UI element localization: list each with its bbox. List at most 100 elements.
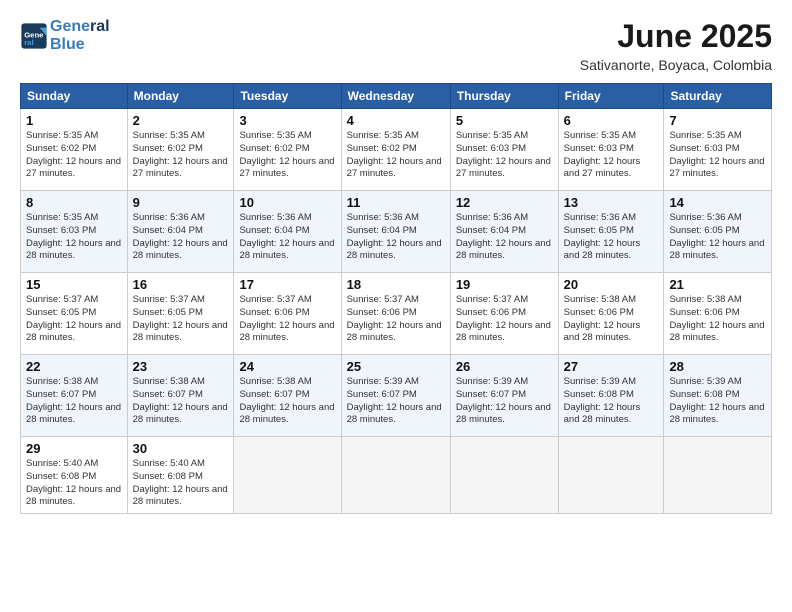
calendar-week-row: 15 Sunrise: 5:37 AM Sunset: 6:05 PM Dayl… (21, 273, 772, 355)
day-info: Sunrise: 5:39 AM Sunset: 6:07 PM Dayligh… (347, 376, 445, 427)
day-number: 13 (564, 195, 659, 210)
table-row: 1 Sunrise: 5:35 AM Sunset: 6:02 PM Dayli… (21, 109, 128, 191)
day-info: Sunrise: 5:38 AM Sunset: 6:06 PM Dayligh… (669, 294, 766, 345)
day-number: 16 (133, 277, 229, 292)
day-number: 3 (239, 113, 335, 128)
day-number: 27 (564, 359, 659, 374)
table-row: 22 Sunrise: 5:38 AM Sunset: 6:07 PM Dayl… (21, 355, 128, 437)
table-row (341, 437, 450, 514)
table-row: 2 Sunrise: 5:35 AM Sunset: 6:02 PM Dayli… (127, 109, 234, 191)
day-info: Sunrise: 5:38 AM Sunset: 6:07 PM Dayligh… (239, 376, 335, 427)
day-number: 26 (456, 359, 553, 374)
day-info: Sunrise: 5:35 AM Sunset: 6:03 PM Dayligh… (26, 212, 122, 263)
day-info: Sunrise: 5:38 AM Sunset: 6:07 PM Dayligh… (26, 376, 122, 427)
svg-text:ral: ral (24, 38, 33, 47)
table-row (664, 437, 772, 514)
table-row: 28 Sunrise: 5:39 AM Sunset: 6:08 PM Dayl… (664, 355, 772, 437)
day-info: Sunrise: 5:39 AM Sunset: 6:07 PM Dayligh… (456, 376, 553, 427)
day-number: 8 (26, 195, 122, 210)
table-row (450, 437, 558, 514)
col-sunday: Sunday (21, 84, 128, 109)
table-row: 20 Sunrise: 5:38 AM Sunset: 6:06 PM Dayl… (558, 273, 664, 355)
col-wednesday: Wednesday (341, 84, 450, 109)
table-row: 5 Sunrise: 5:35 AM Sunset: 6:03 PM Dayli… (450, 109, 558, 191)
day-number: 21 (669, 277, 766, 292)
day-number: 10 (239, 195, 335, 210)
day-number: 1 (26, 113, 122, 128)
col-monday: Monday (127, 84, 234, 109)
header-row: Sunday Monday Tuesday Wednesday Thursday… (21, 84, 772, 109)
table-row: 7 Sunrise: 5:35 AM Sunset: 6:03 PM Dayli… (664, 109, 772, 191)
day-info: Sunrise: 5:39 AM Sunset: 6:08 PM Dayligh… (669, 376, 766, 427)
day-info: Sunrise: 5:36 AM Sunset: 6:04 PM Dayligh… (456, 212, 553, 263)
day-info: Sunrise: 5:38 AM Sunset: 6:07 PM Dayligh… (133, 376, 229, 427)
day-info: Sunrise: 5:37 AM Sunset: 6:06 PM Dayligh… (347, 294, 445, 345)
day-info: Sunrise: 5:35 AM Sunset: 6:02 PM Dayligh… (26, 130, 122, 181)
day-info: Sunrise: 5:40 AM Sunset: 6:08 PM Dayligh… (133, 458, 229, 509)
calendar-week-row: 1 Sunrise: 5:35 AM Sunset: 6:02 PM Dayli… (21, 109, 772, 191)
table-row (558, 437, 664, 514)
day-number: 22 (26, 359, 122, 374)
table-row: 19 Sunrise: 5:37 AM Sunset: 6:06 PM Dayl… (450, 273, 558, 355)
logo: Gene ral GeneralBlue (20, 18, 110, 53)
day-number: 6 (564, 113, 659, 128)
day-number: 2 (133, 113, 229, 128)
col-tuesday: Tuesday (234, 84, 341, 109)
day-number: 7 (669, 113, 766, 128)
table-row: 16 Sunrise: 5:37 AM Sunset: 6:05 PM Dayl… (127, 273, 234, 355)
table-row: 17 Sunrise: 5:37 AM Sunset: 6:06 PM Dayl… (234, 273, 341, 355)
table-row: 10 Sunrise: 5:36 AM Sunset: 6:04 PM Dayl… (234, 191, 341, 273)
table-row: 13 Sunrise: 5:36 AM Sunset: 6:05 PM Dayl… (558, 191, 664, 273)
day-number: 28 (669, 359, 766, 374)
day-info: Sunrise: 5:36 AM Sunset: 6:04 PM Dayligh… (133, 212, 229, 263)
table-row: 23 Sunrise: 5:38 AM Sunset: 6:07 PM Dayl… (127, 355, 234, 437)
day-info: Sunrise: 5:37 AM Sunset: 6:06 PM Dayligh… (239, 294, 335, 345)
table-row: 15 Sunrise: 5:37 AM Sunset: 6:05 PM Dayl… (21, 273, 128, 355)
table-row: 11 Sunrise: 5:36 AM Sunset: 6:04 PM Dayl… (341, 191, 450, 273)
day-number: 29 (26, 441, 122, 456)
month-title: June 2025 (580, 18, 772, 55)
day-info: Sunrise: 5:37 AM Sunset: 6:06 PM Dayligh… (456, 294, 553, 345)
table-row: 8 Sunrise: 5:35 AM Sunset: 6:03 PM Dayli… (21, 191, 128, 273)
table-row: 14 Sunrise: 5:36 AM Sunset: 6:05 PM Dayl… (664, 191, 772, 273)
col-friday: Friday (558, 84, 664, 109)
day-number: 4 (347, 113, 445, 128)
table-row: 12 Sunrise: 5:36 AM Sunset: 6:04 PM Dayl… (450, 191, 558, 273)
table-row: 29 Sunrise: 5:40 AM Sunset: 6:08 PM Dayl… (21, 437, 128, 514)
day-number: 11 (347, 195, 445, 210)
day-info: Sunrise: 5:39 AM Sunset: 6:08 PM Dayligh… (564, 376, 659, 427)
day-info: Sunrise: 5:36 AM Sunset: 6:05 PM Dayligh… (669, 212, 766, 263)
table-row (234, 437, 341, 514)
calendar-week-row: 29 Sunrise: 5:40 AM Sunset: 6:08 PM Dayl… (21, 437, 772, 514)
table-row: 21 Sunrise: 5:38 AM Sunset: 6:06 PM Dayl… (664, 273, 772, 355)
table-row: 9 Sunrise: 5:36 AM Sunset: 6:04 PM Dayli… (127, 191, 234, 273)
location: Sativanorte, Boyaca, Colombia (580, 57, 772, 73)
logo-text: GeneralBlue (50, 18, 110, 53)
calendar-week-row: 22 Sunrise: 5:38 AM Sunset: 6:07 PM Dayl… (21, 355, 772, 437)
day-number: 14 (669, 195, 766, 210)
day-info: Sunrise: 5:38 AM Sunset: 6:06 PM Dayligh… (564, 294, 659, 345)
day-number: 9 (133, 195, 229, 210)
day-number: 20 (564, 277, 659, 292)
table-row: 26 Sunrise: 5:39 AM Sunset: 6:07 PM Dayl… (450, 355, 558, 437)
calendar-table: Sunday Monday Tuesday Wednesday Thursday… (20, 83, 772, 514)
day-info: Sunrise: 5:37 AM Sunset: 6:05 PM Dayligh… (133, 294, 229, 345)
day-info: Sunrise: 5:36 AM Sunset: 6:04 PM Dayligh… (239, 212, 335, 263)
col-saturday: Saturday (664, 84, 772, 109)
day-info: Sunrise: 5:36 AM Sunset: 6:05 PM Dayligh… (564, 212, 659, 263)
day-number: 24 (239, 359, 335, 374)
table-row: 18 Sunrise: 5:37 AM Sunset: 6:06 PM Dayl… (341, 273, 450, 355)
logo-icon: Gene ral (20, 22, 48, 50)
day-number: 18 (347, 277, 445, 292)
table-row: 6 Sunrise: 5:35 AM Sunset: 6:03 PM Dayli… (558, 109, 664, 191)
table-row: 27 Sunrise: 5:39 AM Sunset: 6:08 PM Dayl… (558, 355, 664, 437)
table-row: 4 Sunrise: 5:35 AM Sunset: 6:02 PM Dayli… (341, 109, 450, 191)
day-number: 15 (26, 277, 122, 292)
day-info: Sunrise: 5:40 AM Sunset: 6:08 PM Dayligh… (26, 458, 122, 509)
day-number: 17 (239, 277, 335, 292)
day-info: Sunrise: 5:35 AM Sunset: 6:02 PM Dayligh… (239, 130, 335, 181)
day-number: 23 (133, 359, 229, 374)
day-info: Sunrise: 5:36 AM Sunset: 6:04 PM Dayligh… (347, 212, 445, 263)
day-info: Sunrise: 5:35 AM Sunset: 6:03 PM Dayligh… (669, 130, 766, 181)
calendar-week-row: 8 Sunrise: 5:35 AM Sunset: 6:03 PM Dayli… (21, 191, 772, 273)
